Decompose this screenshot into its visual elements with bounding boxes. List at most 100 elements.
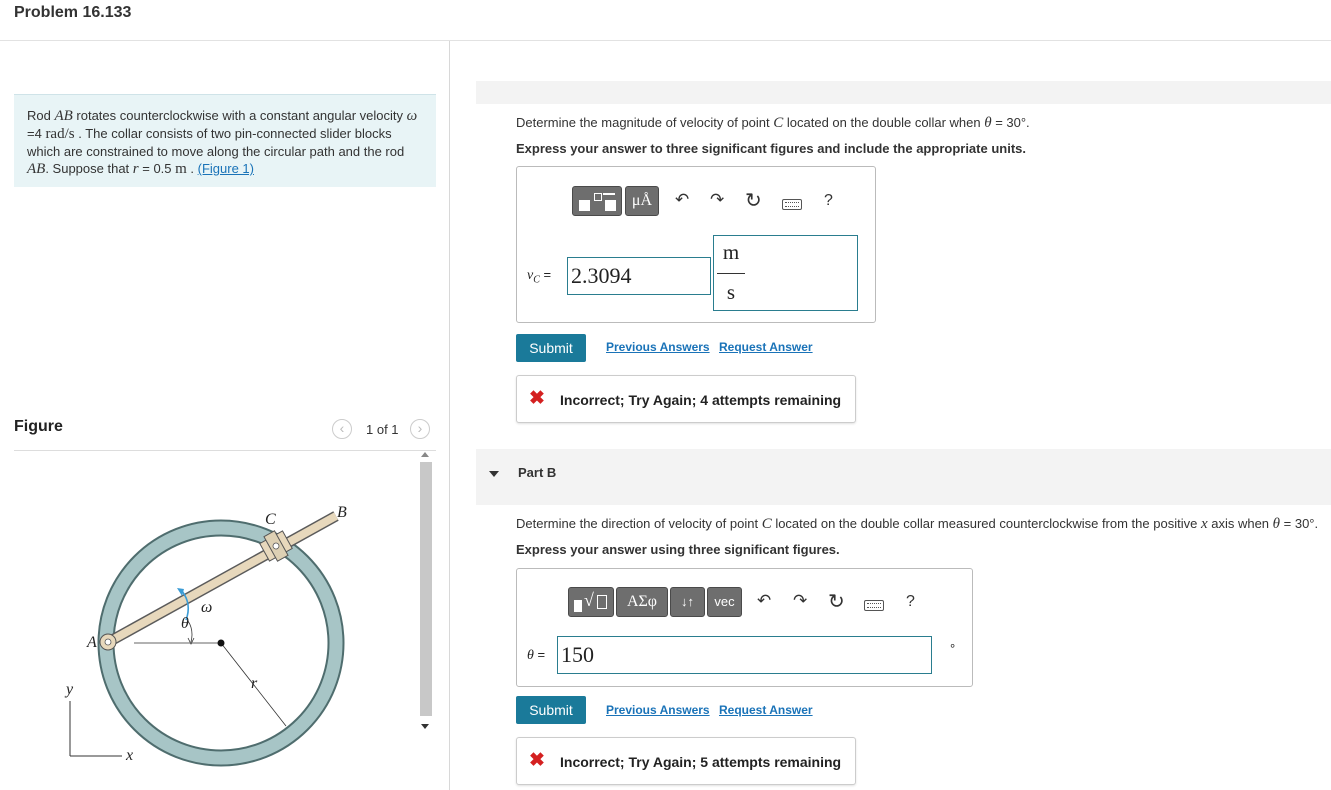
keyboard-icon[interactable] [782,199,802,210]
statement-text: . The collar consists of two pin-connect… [27,126,405,159]
var-sub-c: C [533,274,540,286]
question-text: = 30°. [991,115,1030,130]
math-ab: AB [27,161,46,177]
statement-text: . Suppose that [45,161,133,176]
unit-numerator: m [722,240,740,264]
mechanism-figure: A B C ω θ r y x [64,504,347,767]
math-ab: AB [54,108,73,124]
vec-button[interactable]: vec [707,587,742,617]
math-omega: ω [406,108,418,124]
panel-divider [449,41,450,790]
figure-counter: 1 of 1 [366,422,399,437]
question-panel: Determine the magnitude of velocity of p… [476,41,1331,790]
part-b-submit-button[interactable]: Submit [516,696,586,724]
greek-letters-button[interactable]: ΑΣφ [616,587,668,617]
velocity-input[interactable]: 2.3094 [567,257,711,295]
label-c: C [265,511,276,528]
feedback-message: Incorrect; Try Again; 4 attempts remaini… [560,392,842,408]
question-text: = 30°. [1280,516,1319,531]
question-text: Determine the magnitude of velocity of p… [516,115,774,130]
part-a-submit-button[interactable]: Submit [516,334,586,362]
problem-statement: Rod AB rotates counterclockwise with a c… [14,94,436,187]
question-text: located on the double collar measured co… [771,516,1201,531]
figure-link[interactable]: (Figure 1) [198,161,254,176]
label-a: A [86,634,97,651]
part-b-feedback: ✖ Incorrect; Try Again; 5 attempts remai… [516,737,856,785]
figure-scrollbar[interactable] [418,452,434,736]
statement-text: rotates counterclockwise with a constant… [72,108,404,123]
caret-down-icon[interactable] [489,471,499,477]
part-b-title: Part B [518,465,557,480]
pin-a-hole [104,638,112,646]
part-b-header[interactable]: Part B [476,449,1331,505]
equals-sign: = [537,647,546,662]
feedback-message: Incorrect; Try Again; 5 attempts remaini… [560,754,842,770]
help-button[interactable]: ? [824,192,833,210]
fraction-template-icon[interactable] [572,186,622,216]
incorrect-x-icon: ✖ [529,388,545,409]
label-x: x [125,747,133,764]
redo-icon[interactable]: ↷ [793,591,807,611]
sqrt-template-icon[interactable]: √ [568,587,614,617]
undo-icon[interactable]: ↶ [675,190,689,210]
page-header: Problem 16.133 [0,0,1331,41]
label-omega: ω [201,599,212,616]
center-point [217,639,225,647]
keyboard-icon[interactable] [864,600,884,611]
statement-text: =4 [27,126,46,141]
label-y: y [64,681,74,698]
question-text: axis when [1207,516,1273,531]
scroll-down-icon[interactable] [421,724,429,729]
degree-unit: ° [950,641,956,656]
vc-label: vC = [527,267,551,286]
incorrect-x-icon: ✖ [529,750,545,771]
reset-icon[interactable]: ↻ [828,589,845,614]
fraction-bar [717,273,745,274]
redo-icon[interactable]: ↷ [710,190,724,210]
units-input[interactable]: m s [713,235,858,311]
part-b-previous-answers-link[interactable]: Previous Answers [606,703,710,717]
scroll-up-icon[interactable] [421,452,429,457]
arrows-button[interactable]: ↓↑ [670,587,705,617]
part-b-request-answer-link[interactable]: Request Answer [719,703,813,717]
part-a-answer-box: μÅ ↶ ↷ ↻ ? vC = 2.3094 m s [516,166,876,323]
part-a-request-answer-link[interactable]: Request Answer [719,340,813,354]
part-a-feedback: ✖ Incorrect; Try Again; 4 attempts remai… [516,375,856,423]
theta-label: θ = [527,647,545,664]
math-m: m [175,161,187,177]
direction-input[interactable]: 150 [557,636,932,674]
statement-text: Rod [27,108,55,123]
label-b: B [337,504,347,521]
figure-divider [14,450,436,451]
part-b-instruction: Express your answer using three signific… [516,542,840,557]
statement-text: . [186,161,198,176]
label-theta: θ [181,615,189,632]
scrollbar-thumb[interactable] [420,462,432,716]
reset-icon[interactable]: ↻ [745,188,762,213]
math-c: C [773,115,784,131]
var-theta: θ [527,648,534,663]
math-theta: θ [984,115,992,131]
part-b-answer-box: √ ΑΣφ ↓↑ vec ↶ ↷ ↻ ? θ = 150 ° [516,568,973,687]
question-text: located on the double collar when [783,115,985,130]
undo-icon[interactable]: ↶ [757,591,771,611]
chevron-right-icon[interactable]: › [410,419,430,439]
chevron-left-icon[interactable]: ‹ [332,419,352,439]
math-c: C [761,516,772,532]
part-a-header-band [476,81,1331,104]
statement-text: = 0.5 [138,161,176,176]
part-a-question: Determine the magnitude of velocity of p… [516,115,1030,132]
question-text: Determine the direction of velocity of p… [516,516,762,531]
math-theta: θ [1272,516,1281,532]
unit-denominator: s [726,280,736,304]
math-x: x [1200,516,1208,532]
equals-sign: = [543,267,552,282]
part-a-previous-answers-link[interactable]: Previous Answers [606,340,710,354]
part-a-instruction: Express your answer to three significant… [516,141,1026,156]
units-button[interactable]: μÅ [625,186,659,216]
part-b-question: Determine the direction of velocity of p… [516,516,1318,533]
help-button[interactable]: ? [906,593,915,611]
label-r: r [251,675,258,692]
math-unit: rad/s [45,126,75,142]
figure-heading: Figure [14,418,63,435]
